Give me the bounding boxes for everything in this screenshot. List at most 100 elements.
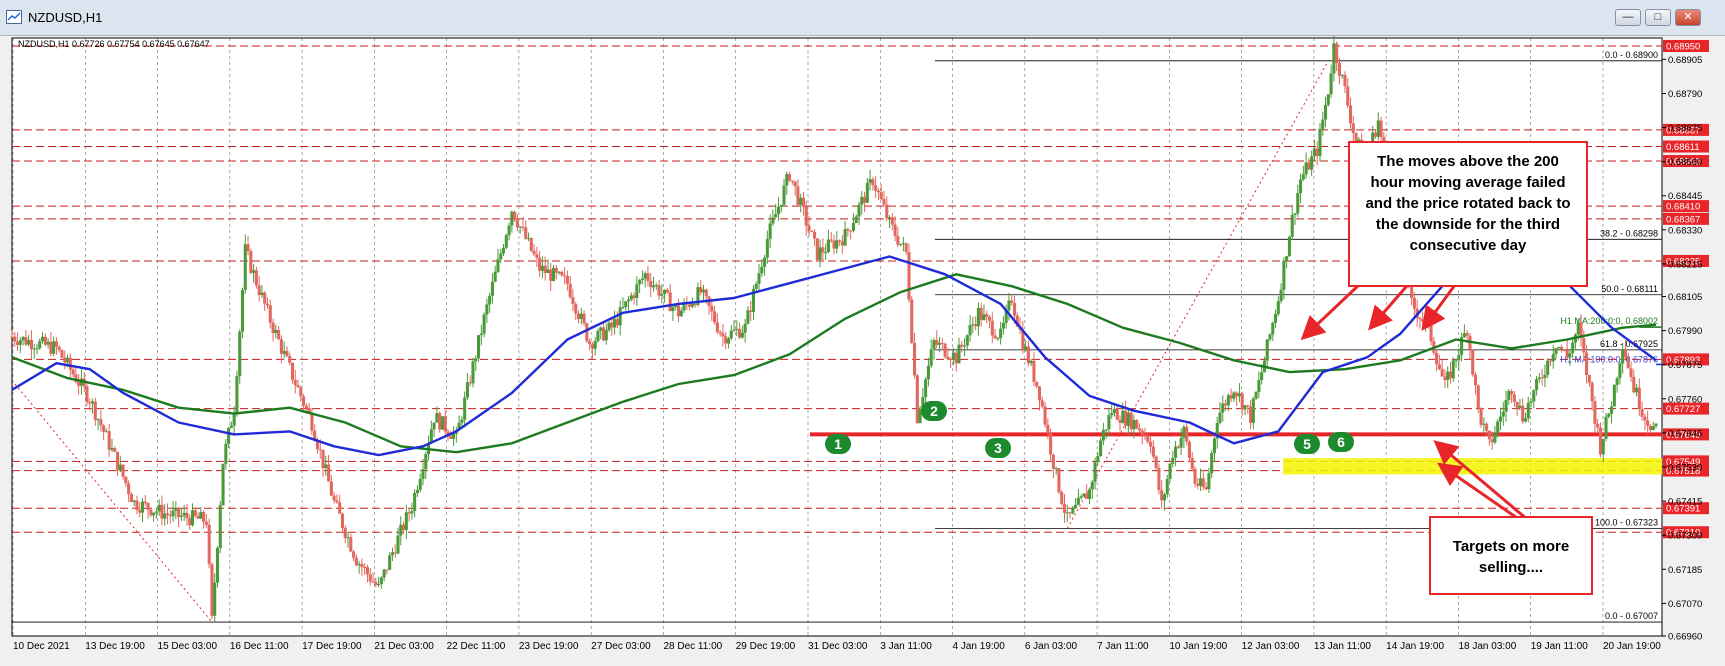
candle-down [299,387,303,397]
symbol-info: NZDUSD,H1 0.67726 0.67754 0.67645 0.6764… [18,39,210,49]
candle-down [77,382,81,386]
candle-up [740,332,744,338]
candle-down [1448,371,1453,379]
candle-up [757,273,761,284]
maximize-button[interactable]: □ [1645,9,1671,26]
candle-down [210,564,214,616]
candle-up [779,204,783,207]
candle-up [432,422,436,430]
candle-up [932,340,936,350]
candle-up [440,416,444,430]
candle-down [1151,446,1155,457]
candle-down [1032,360,1036,382]
candle-up [218,505,222,548]
candle-down [810,230,814,232]
candle-down [254,270,258,286]
candle-down [535,254,539,258]
level-price-label: 0.68367 [1666,214,1700,225]
chart-frame: 38.2 - 0.68977 0.0 - 0.68900 38.2 - 0.6829… [0,36,1725,666]
close-button[interactable]: ✕ [1675,9,1701,26]
candle-down [146,502,150,510]
candle-down [793,181,797,187]
candle-up [1296,193,1300,214]
candle-down [838,240,842,242]
candle-up [635,284,639,298]
candle-up [379,577,383,584]
candle-up [490,281,494,296]
marker-label: 5 [1303,436,1311,452]
candle-up [774,214,778,218]
y-tick-label: 0.67070 [1668,599,1702,610]
candle-down [563,275,567,277]
candle-down [879,192,883,200]
candle-up [1265,339,1269,361]
candle-up [27,340,31,345]
candle-up [1218,412,1222,423]
level-price-label: 0.68410 [1666,202,1700,213]
candle-up [1551,354,1555,362]
candle-down [143,501,147,503]
candle-down [1373,132,1378,137]
candle-up [474,358,478,362]
candle-down [57,346,61,351]
candle-down [1118,419,1122,423]
candle-up [1610,406,1614,414]
candle-up [499,253,503,260]
candle-down [1043,406,1047,425]
candle-down [699,287,703,293]
candle-up [1112,408,1117,413]
candle-up [1504,400,1508,412]
candle-up [1299,179,1303,194]
candle-up [91,401,95,404]
minimize-button[interactable]: — [1615,9,1641,26]
x-tick-label: 22 Dec 11:00 [447,641,506,652]
candle-down [1379,120,1383,138]
candle-down [279,339,283,354]
candle-down [338,502,342,514]
candle-down [304,405,308,409]
candle-down [565,276,569,284]
candle-down [538,257,542,271]
candle-down [268,305,272,323]
candle-up [390,552,394,556]
candle-down [349,537,353,552]
candle-down [832,240,836,249]
candle-down [165,513,170,516]
candle-down [960,344,964,347]
candle-up [1096,456,1100,463]
candle-up [118,464,122,471]
candle-up [1651,426,1655,431]
candle-up [546,269,550,274]
candle-down [904,243,908,253]
candle-down [135,500,139,510]
candle-up [477,335,481,359]
candle-up [1535,379,1539,391]
candle-down [1190,457,1194,469]
candle-up [1071,507,1075,514]
candle-down [1596,423,1600,428]
candle-up [1532,390,1536,402]
candle-down [1490,439,1494,443]
candle-down [43,336,47,345]
candle-up [471,361,475,384]
candle-up [1226,395,1230,406]
candle-up [163,513,167,519]
candle-up [418,478,422,490]
candle-down [1010,300,1014,304]
candle-up [1498,416,1503,422]
candle-up [1199,478,1203,486]
candle-down [813,231,817,239]
candle-down [1585,352,1589,376]
candle-up [46,341,50,345]
candle-up [593,341,597,349]
candle-up [1312,148,1316,157]
callout-targets-text: Targets on more selling.... [1452,538,1570,576]
candle-down [188,518,192,526]
x-tick-label: 21 Dec 03:00 [374,641,434,652]
candle-up [274,329,278,334]
candle-up [924,379,928,398]
candle-up [507,225,511,236]
candle-down [1346,86,1350,106]
candle-up [1493,433,1497,443]
candle-down [1196,483,1200,486]
